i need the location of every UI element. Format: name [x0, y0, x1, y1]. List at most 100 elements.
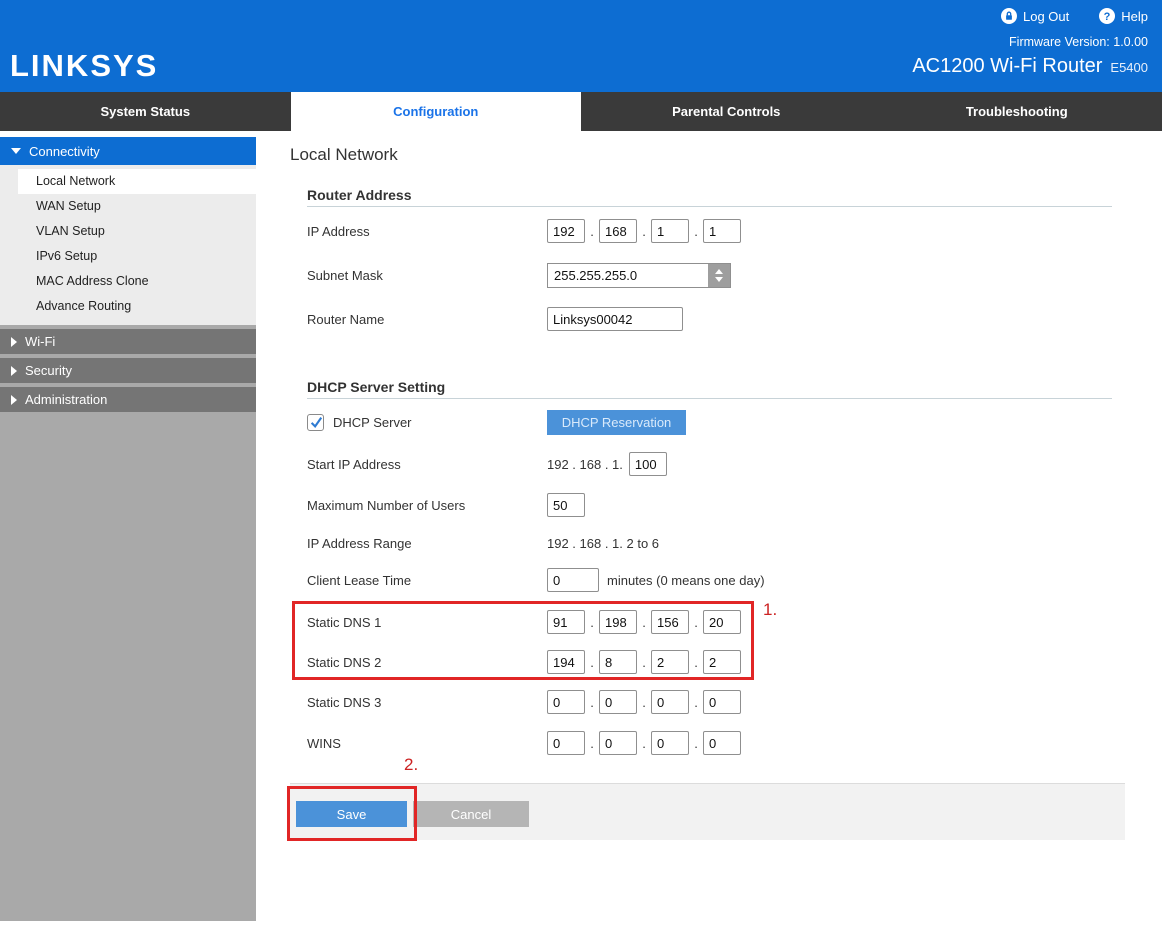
- static-dns2-octet-1[interactable]: [547, 650, 585, 674]
- main-nav-tabs: System Status Configuration Parental Con…: [0, 92, 1162, 131]
- router-name-label: Router Name: [307, 312, 547, 327]
- chevron-right-icon: [11, 366, 17, 376]
- sidebar-item-local-network[interactable]: Local Network: [18, 169, 256, 194]
- wins-octet-3[interactable]: [651, 731, 689, 755]
- logout-label: Log Out: [1023, 9, 1069, 24]
- header-links: Log Out ? Help: [1001, 8, 1148, 24]
- octet-separator: [689, 615, 703, 630]
- static-dns2-label: Static DNS 2: [307, 655, 547, 670]
- static-dns3-octet-4[interactable]: [703, 690, 741, 714]
- static-dns2-octet-2[interactable]: [599, 650, 637, 674]
- octet-separator: [689, 695, 703, 710]
- dhcp-reservation-button[interactable]: DHCP Reservation: [547, 410, 686, 435]
- static-dns3-octet-2[interactable]: [599, 690, 637, 714]
- subnet-mask-label: Subnet Mask: [307, 268, 547, 283]
- annotation-step-1: 1.: [763, 600, 777, 620]
- ip-address-octet-1[interactable]: [547, 219, 585, 243]
- octet-separator: [585, 615, 599, 630]
- sidebar-item-wan-setup[interactable]: WAN Setup: [0, 194, 256, 219]
- router-name-input[interactable]: [547, 307, 683, 331]
- help-icon: ?: [1099, 8, 1115, 24]
- static-dns1-octet-4[interactable]: [703, 610, 741, 634]
- subnet-mask-select[interactable]: 255.255.255.0: [547, 263, 731, 288]
- section-title-dhcp: DHCP Server Setting: [307, 379, 445, 395]
- octet-separator: [585, 655, 599, 670]
- lease-time-suffix: minutes (0 means one day): [607, 573, 765, 588]
- octet-separator: [637, 655, 651, 670]
- static-dns3-octet-3[interactable]: [651, 690, 689, 714]
- static-dns3-label: Static DNS 3: [307, 695, 547, 710]
- static-dns2-row: Static DNS 2: [307, 649, 741, 675]
- subnet-mask-row: Subnet Mask 255.255.255.0: [307, 262, 731, 288]
- sidebar-wifi-label: Wi-Fi: [25, 334, 55, 349]
- dhcp-server-row: DHCP Server DHCP Reservation: [307, 409, 686, 435]
- ip-address-octet-4[interactable]: [703, 219, 741, 243]
- max-users-label: Maximum Number of Users: [307, 498, 547, 513]
- lease-time-label: Client Lease Time: [307, 573, 547, 588]
- static-dns1-octet-3[interactable]: [651, 610, 689, 634]
- svg-text:?: ?: [1104, 11, 1111, 23]
- tab-troubleshooting[interactable]: Troubleshooting: [872, 92, 1162, 131]
- sidebar-connectivity-label: Connectivity: [29, 144, 100, 159]
- tab-system-status[interactable]: System Status: [0, 92, 291, 131]
- subnet-mask-value: 255.255.255.0: [548, 264, 708, 287]
- sidebar-item-connectivity[interactable]: Connectivity: [0, 137, 256, 165]
- router-name-row: Router Name: [307, 306, 683, 332]
- static-dns2-octet-4[interactable]: [703, 650, 741, 674]
- wins-label: WINS: [307, 736, 547, 751]
- save-button[interactable]: Save: [296, 801, 407, 827]
- chevron-down-icon: [11, 148, 21, 154]
- octet-separator: [689, 736, 703, 751]
- main-panel: Local Network Router Address IP Address …: [290, 137, 1162, 942]
- model-number: E5400: [1110, 60, 1148, 75]
- octet-separator: [689, 224, 703, 239]
- dhcp-server-checkbox[interactable]: [307, 414, 324, 431]
- static-dns1-octet-1[interactable]: [547, 610, 585, 634]
- sidebar: Connectivity Local Network WAN Setup VLA…: [0, 137, 256, 921]
- wins-octet-2[interactable]: [599, 731, 637, 755]
- sidebar-item-security[interactable]: Security: [0, 358, 256, 383]
- start-ip-input[interactable]: [629, 452, 667, 476]
- sidebar-item-advance-routing[interactable]: Advance Routing: [0, 294, 256, 319]
- sidebar-item-mac-address-clone[interactable]: MAC Address Clone: [0, 269, 256, 294]
- ip-range-label: IP Address Range: [307, 536, 547, 551]
- octet-separator: [637, 695, 651, 710]
- static-dns2-octet-3[interactable]: [651, 650, 689, 674]
- ip-range-row: IP Address Range 192 . 168 . 1. 2 to 6: [307, 530, 659, 556]
- chevron-right-icon: [11, 395, 17, 405]
- sidebar-administration-label: Administration: [25, 392, 107, 407]
- help-button[interactable]: ? Help: [1099, 8, 1148, 24]
- check-icon: [309, 415, 323, 429]
- divider: [307, 398, 1112, 399]
- static-dns1-label: Static DNS 1: [307, 615, 547, 630]
- help-label: Help: [1121, 9, 1148, 24]
- start-ip-row: Start IP Address 192 . 168 . 1.: [307, 451, 667, 477]
- logout-button[interactable]: Log Out: [1001, 8, 1069, 24]
- ip-address-octet-2[interactable]: [599, 219, 637, 243]
- wins-octet-1[interactable]: [547, 731, 585, 755]
- sidebar-item-vlan-setup[interactable]: VLAN Setup: [0, 219, 256, 244]
- tab-configuration[interactable]: Configuration: [291, 92, 582, 131]
- tab-parental-controls[interactable]: Parental Controls: [581, 92, 872, 131]
- section-title-router-address: Router Address: [307, 187, 412, 203]
- cancel-button[interactable]: Cancel: [413, 801, 529, 827]
- octet-separator: [637, 736, 651, 751]
- lease-time-input[interactable]: [547, 568, 599, 592]
- wins-octet-4[interactable]: [703, 731, 741, 755]
- sidebar-security-label: Security: [25, 363, 72, 378]
- sidebar-item-administration[interactable]: Administration: [0, 387, 256, 412]
- start-ip-prefix: 192 . 168 . 1.: [547, 457, 623, 472]
- static-dns1-row: Static DNS 1: [307, 609, 741, 635]
- sidebar-item-ipv6-setup[interactable]: IPv6 Setup: [0, 244, 256, 269]
- ip-range-value: 192 . 168 . 1. 2 to 6: [547, 536, 659, 551]
- page-title: Local Network: [290, 145, 398, 165]
- ip-address-octet-3[interactable]: [651, 219, 689, 243]
- max-users-row: Maximum Number of Users: [307, 492, 585, 518]
- firmware-version: Firmware Version: 1.0.00: [1009, 35, 1148, 49]
- sidebar-connectivity-submenu: Local Network WAN Setup VLAN Setup IPv6 …: [0, 165, 256, 325]
- spinner-icon[interactable]: [708, 264, 730, 287]
- static-dns1-octet-2[interactable]: [599, 610, 637, 634]
- max-users-input[interactable]: [547, 493, 585, 517]
- static-dns3-octet-1[interactable]: [547, 690, 585, 714]
- sidebar-item-wifi[interactable]: Wi-Fi: [0, 329, 256, 354]
